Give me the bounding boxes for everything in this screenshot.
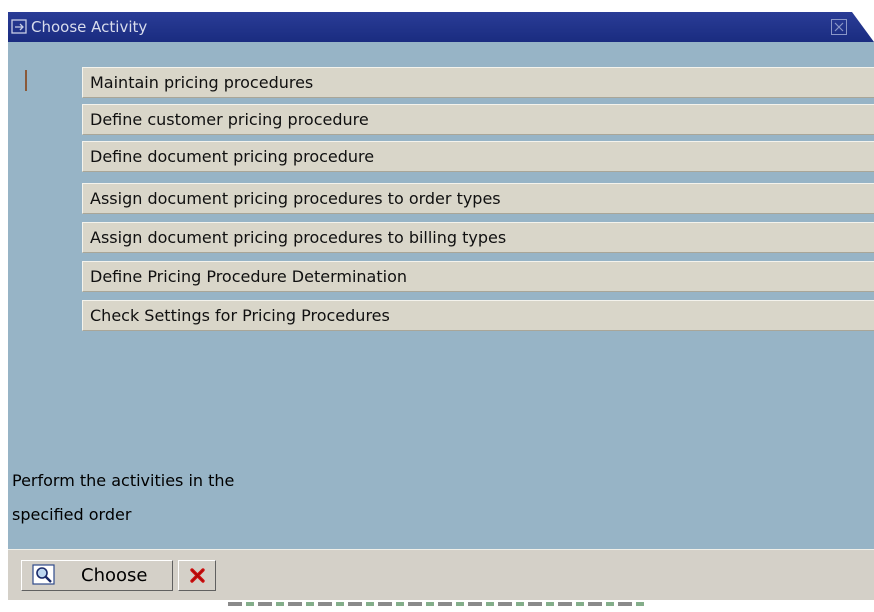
- activity-item-maintain-pricing-procedures[interactable]: Maintain pricing procedures: [82, 67, 874, 98]
- cancel-button[interactable]: [178, 560, 216, 591]
- activity-item-define-customer-pricing-procedure[interactable]: Define customer pricing procedure: [82, 104, 874, 135]
- underlying-window-edge: [8, 600, 874, 612]
- activity-item-define-document-pricing-procedure[interactable]: Define document pricing procedure: [82, 141, 874, 172]
- instruction-text: Perform the activities in the specified …: [12, 464, 332, 532]
- activity-item-check-settings[interactable]: Check Settings for Pricing Procedures: [82, 300, 874, 331]
- activity-item-assign-procedures-billing-types[interactable]: Assign document pricing procedures to bi…: [82, 222, 874, 253]
- activity-item-define-procedure-determination[interactable]: Define Pricing Procedure Determination: [82, 261, 874, 292]
- window-title: Choose Activity: [31, 18, 148, 36]
- selection-cursor-marker: [25, 70, 27, 91]
- dialog-toolbar: Choose: [8, 549, 874, 600]
- instruction-line-2: specified order: [12, 505, 132, 524]
- activity-item-assign-procedures-order-types[interactable]: Assign document pricing procedures to or…: [82, 183, 874, 214]
- choose-button[interactable]: Choose: [21, 560, 173, 591]
- choose-activity-dialog: Choose Activity Maintain pricing procedu…: [8, 12, 874, 600]
- close-icon: [834, 22, 844, 32]
- magnifier-icon: [32, 564, 56, 586]
- title-bar-corner: [852, 12, 874, 42]
- title-bar[interactable]: Choose Activity: [8, 12, 874, 42]
- window-menu-icon[interactable]: [11, 19, 29, 35]
- choose-button-label: Choose: [81, 565, 148, 586]
- close-window-button[interactable]: [831, 19, 847, 35]
- underlying-window-text-fragment: [228, 602, 648, 606]
- instruction-line-1: Perform the activities in the: [12, 471, 235, 490]
- cancel-x-icon: [190, 568, 205, 583]
